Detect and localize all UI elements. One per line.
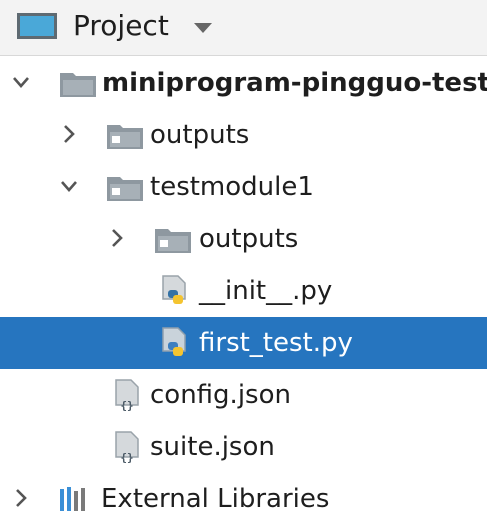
tree-node-root[interactable]: miniprogram-pingguo-test xyxy=(0,57,487,109)
tree-node-first-test-py[interactable]: first_test.py xyxy=(0,317,487,369)
tree-node-label: config.json xyxy=(150,380,291,410)
svg-text:{}: {} xyxy=(120,451,133,464)
tree-node-label: miniprogram-pingguo-test xyxy=(102,68,487,98)
tree-node-suite-json[interactable]: {} suite.json xyxy=(0,421,487,473)
tree-node-label: first_test.py xyxy=(199,328,353,358)
tree-node-config-json[interactable]: {} config.json xyxy=(0,369,487,421)
project-panel-header: Project xyxy=(0,0,487,56)
tree-node-outputs[interactable]: outputs xyxy=(0,213,487,265)
chevron-down-icon[interactable] xyxy=(12,57,36,109)
window-icon xyxy=(17,13,57,39)
python-file-icon xyxy=(162,275,186,304)
folder-icon xyxy=(107,125,143,149)
chevron-right-icon[interactable] xyxy=(108,213,132,265)
tree-node-init-py[interactable]: __init__.py xyxy=(0,265,487,317)
tree-node-label: outputs xyxy=(150,120,250,150)
tree-node-label: __init__.py xyxy=(199,276,333,306)
tree-node-outputs[interactable]: outputs xyxy=(0,109,487,161)
folder-icon xyxy=(107,177,143,201)
tree-node-label: testmodule1 xyxy=(150,172,314,202)
svg-text:{}: {} xyxy=(120,399,133,412)
json-file-icon: {} xyxy=(115,431,139,464)
tree-node-label: outputs xyxy=(199,224,299,254)
chevron-right-icon[interactable] xyxy=(12,473,36,525)
chevron-right-icon[interactable] xyxy=(60,109,84,161)
folder-icon xyxy=(155,229,191,253)
tree-node-testmodule1[interactable]: testmodule1 xyxy=(0,161,487,213)
tree-node-label: suite.json xyxy=(150,432,275,462)
library-icon xyxy=(60,487,85,511)
module-folder-icon xyxy=(60,73,96,97)
caret-down-icon[interactable] xyxy=(194,23,212,33)
tree-node-label: External Libraries xyxy=(101,484,330,514)
json-file-icon: {} xyxy=(115,379,139,412)
chevron-down-icon[interactable] xyxy=(60,161,84,213)
python-file-icon xyxy=(162,327,186,356)
tree-node-external-libraries[interactable]: External Libraries xyxy=(0,473,487,525)
project-view-selector[interactable]: Project xyxy=(73,9,169,43)
